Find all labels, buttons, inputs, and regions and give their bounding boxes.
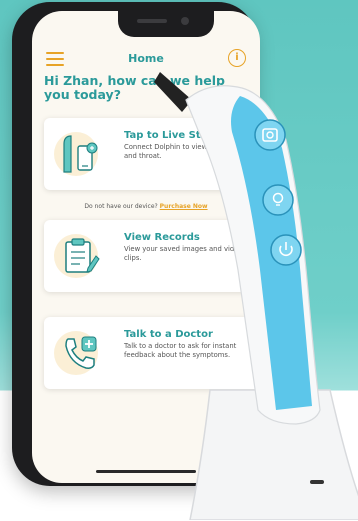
live-stream-icon bbox=[63, 135, 98, 173]
phone-notch bbox=[118, 11, 214, 37]
otoscope-device bbox=[154, 72, 358, 520]
speaker-grille bbox=[137, 19, 167, 23]
power-button[interactable] bbox=[270, 234, 302, 266]
camera-button[interactable] bbox=[254, 119, 286, 151]
light-button[interactable] bbox=[262, 184, 294, 216]
records-icon bbox=[65, 238, 100, 273]
otoscope-tip bbox=[154, 72, 192, 112]
purchase-text: Do not have our device? bbox=[84, 203, 158, 210]
doctor-phone-icon bbox=[65, 336, 97, 369]
dock-port bbox=[310, 480, 324, 484]
front-camera bbox=[181, 17, 189, 25]
